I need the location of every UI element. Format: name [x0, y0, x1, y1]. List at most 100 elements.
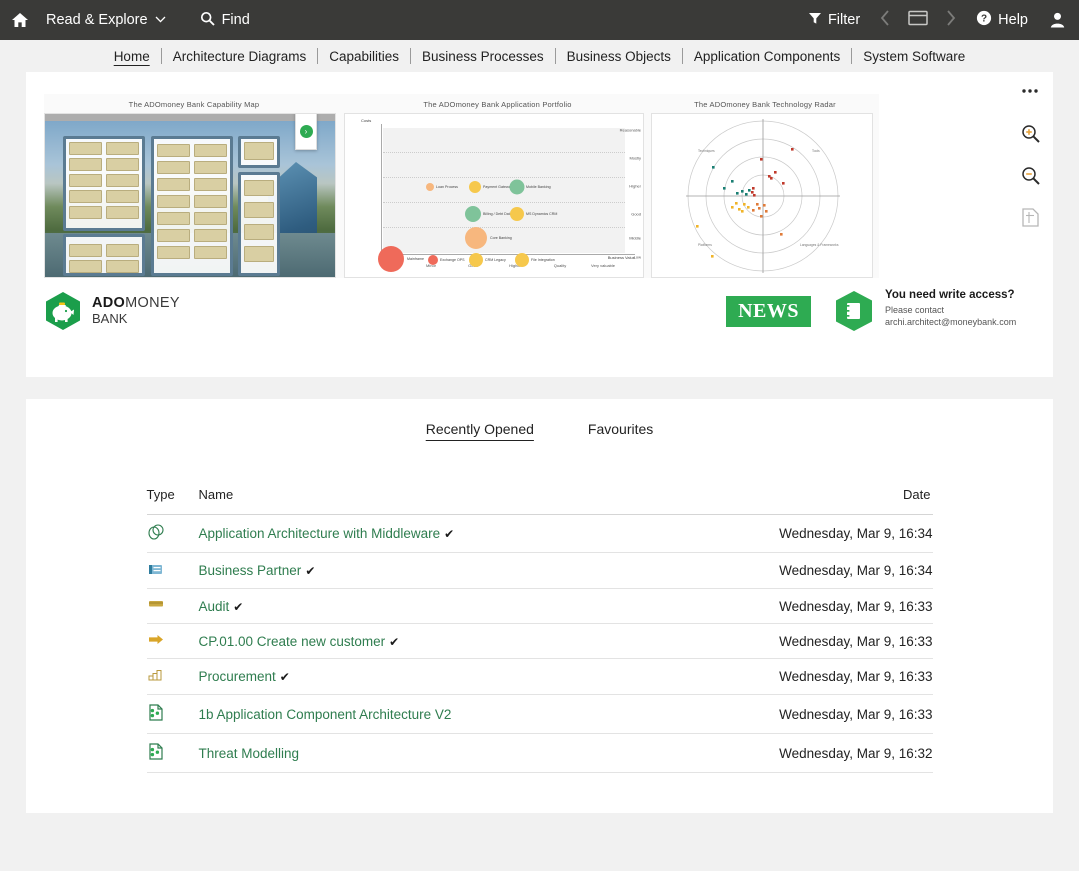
capability-box: [69, 174, 102, 187]
capability-box: [244, 142, 274, 160]
data-point[interactable]: [469, 181, 481, 193]
data-point[interactable]: [515, 253, 529, 267]
y-tick-label: Low: [633, 254, 641, 260]
svg-text:Techniques: Techniques: [698, 149, 715, 153]
nav-item-system-software[interactable]: System Software: [852, 49, 976, 64]
item-link[interactable]: Audit: [199, 599, 230, 614]
nav-item-architecture-diagrams[interactable]: Architecture Diagrams: [162, 49, 318, 64]
data-point[interactable]: [426, 183, 434, 191]
data-point[interactable]: [378, 246, 404, 272]
capability-box: [106, 190, 139, 203]
verified-check-icon: ✔: [389, 634, 400, 649]
data-point[interactable]: [428, 255, 438, 265]
item-link[interactable]: Business Partner: [199, 563, 302, 578]
x-axis: [381, 254, 635, 255]
item-link[interactable]: Procurement: [199, 669, 276, 684]
help-label: Help: [998, 12, 1028, 28]
data-point[interactable]: [465, 206, 481, 222]
read-explore-menu[interactable]: Read & Explore: [46, 12, 166, 28]
fit-page-icon[interactable]: [1019, 206, 1041, 228]
data-point[interactable]: [469, 253, 483, 267]
capability-box: [69, 244, 102, 257]
nav-item-business-objects[interactable]: Business Objects: [556, 49, 682, 64]
capability-box: [157, 229, 190, 242]
capability-box: [194, 178, 227, 191]
chevron-left-icon[interactable]: [871, 10, 899, 30]
y-axis-title: Costs: [361, 118, 372, 123]
table-row[interactable]: Application Architecture with Middleware…: [146, 514, 933, 553]
home-icon[interactable]: [0, 0, 40, 40]
item-link[interactable]: CP.01.00 Create new customer: [199, 634, 386, 649]
preview-header-bar: [45, 114, 335, 121]
table-row[interactable]: Threat Modelling Wednesday, Mar 9, 16:32: [146, 733, 933, 773]
column-header-name[interactable]: Name: [198, 487, 658, 515]
tab-favourites[interactable]: Favourites: [588, 421, 653, 443]
y-tick-label: Mostly: [629, 155, 641, 161]
nav-item-capabilities[interactable]: Capabilities: [318, 49, 410, 64]
write-access-body: Please contact archi.architect@moneybank…: [885, 305, 1017, 328]
table-row[interactable]: Business Partner ✔ Wednesday, Mar 9, 16:3…: [146, 552, 933, 589]
capability-box: [194, 144, 227, 157]
data-point-label: Exchange OPS: [440, 258, 465, 262]
data-point[interactable]: [465, 227, 487, 249]
x-tick-label: Very valuable: [590, 263, 616, 268]
dashboard-thumbnails: The ADOmoney Bank Capability Map › The A…: [26, 86, 1053, 278]
capability-map-preview[interactable]: ›: [44, 113, 336, 278]
chevron-down-icon: [155, 14, 166, 26]
find-button[interactable]: Find: [200, 11, 250, 30]
table-row[interactable]: Procurement ✔ Wednesday, Mar 9, 16:33: [146, 658, 933, 695]
capability-box: [244, 246, 274, 262]
row-name-cell: Audit ✔: [198, 588, 658, 624]
radar-svg: Techniques Tools Platforms Languages & F…: [686, 119, 840, 273]
zoom-in-icon[interactable]: [1019, 122, 1041, 144]
item-link[interactable]: Threat Modelling: [199, 746, 300, 761]
capability-box: [69, 142, 102, 155]
y-tick-label: Reasonable: [619, 127, 641, 133]
data-point[interactable]: [510, 207, 524, 221]
svg-text:Tools: Tools: [812, 149, 820, 153]
x-tick-label: Quality: [553, 263, 567, 268]
item-link[interactable]: 1b Application Component Architecture V2: [199, 707, 452, 722]
help-button[interactable]: ? Help: [965, 0, 1039, 40]
row-type-cell: [146, 733, 199, 773]
filter-button[interactable]: Filter: [797, 0, 871, 40]
svg-text:?: ?: [981, 14, 987, 25]
thumbnail-application-portfolio[interactable]: The ADOmoney Bank Application Portfolio …: [344, 94, 651, 278]
nav-item-home[interactable]: Home: [103, 49, 161, 64]
more-options-icon[interactable]: [1019, 80, 1041, 102]
write-access-text: You need write access? Please contact ar…: [885, 289, 1035, 328]
row-type-cell: [146, 623, 199, 659]
question-circle-icon: ?: [976, 10, 992, 30]
verified-check-icon: ✔: [444, 527, 455, 541]
brand-logo: ADOMONEY BANK: [44, 291, 180, 331]
dashboard-panel: The ADOmoney Bank Capability Map › The A…: [26, 72, 1053, 377]
news-badge[interactable]: NEWS: [726, 295, 811, 327]
thumbnail-capability-map[interactable]: The ADOmoney Bank Capability Map ›: [44, 94, 344, 278]
item-link[interactable]: Application Architecture with Middleware: [199, 526, 441, 541]
nav-item-application-components[interactable]: Application Components: [683, 49, 851, 64]
application-portfolio-chart[interactable]: Costs Business Value Reasonable Mostly H…: [344, 113, 644, 278]
x-axis-title: Business Value: [607, 255, 635, 260]
thumbnail-technology-radar[interactable]: The ADOmoney Bank Technology Radar Techn…: [651, 94, 879, 278]
zoom-out-icon[interactable]: [1019, 164, 1041, 186]
map-action-card[interactable]: ›: [295, 114, 317, 150]
table-head: Type Name Date: [146, 487, 933, 515]
user-avatar-icon[interactable]: [1039, 0, 1071, 40]
filter-label: Filter: [827, 12, 861, 28]
table-row[interactable]: Audit ✔ Wednesday, Mar 9, 16:33: [146, 588, 933, 624]
chevron-right-icon[interactable]: [937, 10, 965, 30]
technology-radar-chart[interactable]: Techniques Tools Platforms Languages & F…: [651, 113, 873, 278]
table-row[interactable]: 1b Application Component Architecture V2…: [146, 694, 933, 734]
business-object-card-icon: [147, 598, 165, 614]
chart-plot-area: [383, 128, 625, 253]
table-row[interactable]: CP.01.00 Create new customer ✔ Wednesday,…: [146, 623, 933, 659]
column-header-date[interactable]: Date: [657, 487, 933, 515]
application-architecture-icon: [147, 524, 165, 540]
row-type-cell: [146, 588, 199, 624]
nav-item-business-processes[interactable]: Business Processes: [411, 49, 555, 64]
column-header-type[interactable]: Type: [146, 487, 199, 515]
dashboard-toolbar: [1019, 80, 1041, 228]
window-icon[interactable]: [899, 10, 937, 30]
tab-recently-opened[interactable]: Recently Opened: [426, 421, 534, 443]
data-point[interactable]: [509, 179, 525, 195]
